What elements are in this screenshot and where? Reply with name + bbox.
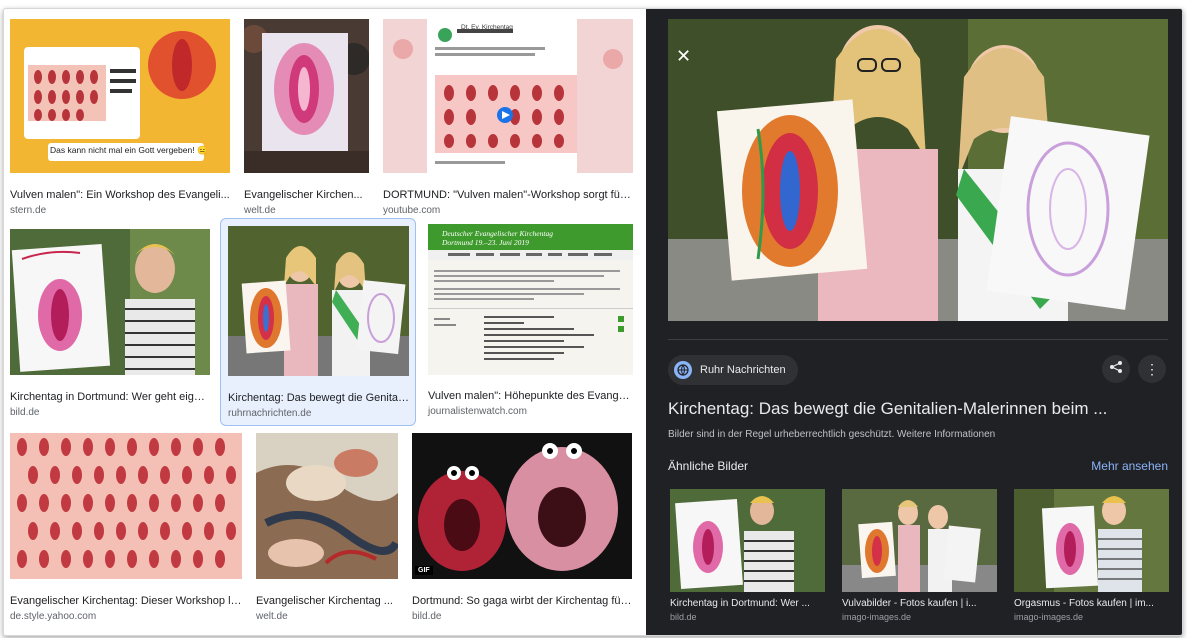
similar-source: imago-images.de bbox=[1014, 612, 1084, 622]
close-icon[interactable]: ✕ bbox=[676, 47, 691, 65]
similar-title[interactable]: Kirchentag in Dortmund: Wer ... bbox=[670, 598, 825, 609]
similar-image-card[interactable]: Kirchentag in Dortmund: Wer ... bild.de bbox=[670, 489, 825, 622]
results-grid: Das kann nicht mal ein Gott vergeben! 😑 … bbox=[4, 9, 644, 635]
result-thumbnail[interactable]: Deutscher Evangelischer Kirchentag Dortm… bbox=[428, 224, 633, 375]
result-tile[interactable]: Deutscher Evangelischer Kirchentag Dortm… bbox=[428, 224, 633, 420]
thumbnail-caption-text: Dt. Ev. Kirchentag bbox=[461, 24, 513, 31]
image-search-window: Das kann nicht mal ein Gott vergeben! 😑 … bbox=[3, 8, 1183, 636]
copyright-notice: Bilder sind in der Regel urheberrechtlic… bbox=[668, 429, 995, 440]
result-source: bild.de bbox=[412, 611, 442, 622]
source-name: Ruhr Nachrichten bbox=[700, 364, 786, 376]
result-title[interactable]: Dortmund: So gaga wirbt der Kirchentag f… bbox=[412, 595, 632, 607]
result-title[interactable]: Kirchentag: Das bewegt die Genitali... bbox=[228, 392, 409, 404]
gif-badge: GIF bbox=[415, 566, 433, 575]
source-chip[interactable]: Ruhr Nachrichten bbox=[668, 355, 798, 385]
see-more-link[interactable]: Mehr ansehen bbox=[1091, 459, 1168, 473]
similar-title[interactable]: Vulvabilder - Fotos kaufen | i... bbox=[842, 598, 997, 609]
preview-title[interactable]: Kirchentag: Das bewegt die Genitalien-Ma… bbox=[668, 399, 1168, 419]
result-tile[interactable]: Evangelischer Kirchentag ... welt.de bbox=[256, 433, 398, 625]
similar-source: imago-images.de bbox=[842, 612, 912, 622]
share-button[interactable] bbox=[1102, 355, 1130, 383]
result-thumbnail[interactable]: Dt. Ev. Kirchentag bbox=[383, 19, 633, 173]
result-title[interactable]: Evangelischer Kirchentag: Dieser Worksho… bbox=[10, 595, 242, 607]
result-thumbnail[interactable] bbox=[256, 433, 398, 579]
similar-image-card[interactable]: Vulvabilder - Fotos kaufen | i... imago-… bbox=[842, 489, 997, 622]
result-thumbnail[interactable]: GIF bbox=[412, 433, 632, 579]
copyright-text: Bilder sind in der Regel urheberrechtlic… bbox=[668, 429, 895, 440]
share-icon bbox=[1109, 360, 1123, 379]
result-source: ruhrnachrichten.de bbox=[228, 408, 312, 419]
result-tile-selected[interactable]: Kirchentag: Das bewegt die Genitali... r… bbox=[220, 218, 416, 426]
more-vert-icon: ⋮ bbox=[1145, 361, 1159, 377]
result-thumbnail[interactable] bbox=[10, 229, 210, 375]
result-source: de.style.yahoo.com bbox=[10, 611, 97, 622]
result-source: welt.de bbox=[256, 611, 288, 622]
result-thumbnail[interactable] bbox=[228, 226, 409, 376]
more-options-button[interactable]: ⋮ bbox=[1138, 355, 1166, 383]
thumbnail-header-text: Deutscher Evangelischer Kirchentag Dortm… bbox=[442, 229, 553, 247]
result-source: journalistenwatch.com bbox=[428, 406, 527, 417]
result-tile[interactable]: Dt. Ev. Kirchentag DORTMUND: "Vulven mal… bbox=[383, 19, 633, 216]
similar-thumbnail[interactable] bbox=[842, 489, 997, 592]
result-tile[interactable]: Das kann nicht mal ein Gott vergeben! 😑 … bbox=[10, 19, 230, 216]
similar-images-heading: Ähnliche Bilder bbox=[668, 459, 749, 473]
globe-icon bbox=[674, 361, 692, 379]
image-preview-panel: ✕ Ruhr Nachrichten ⋮ Kirchentag: Das bew… bbox=[646, 9, 1182, 635]
result-tile[interactable]: Evangelischer Kirchentag: Dieser Worksho… bbox=[10, 433, 242, 625]
result-tile[interactable]: Kirchentag in Dortmund: Wer geht eigen..… bbox=[10, 229, 210, 421]
similar-title[interactable]: Orgasmus - Fotos kaufen | im... bbox=[1014, 598, 1169, 609]
result-title[interactable]: Evangelischer Kirchen... bbox=[244, 189, 369, 201]
result-title[interactable]: Kirchentag in Dortmund: Wer geht eigen..… bbox=[10, 391, 210, 403]
result-source: stern.de bbox=[10, 205, 47, 216]
preview-image[interactable] bbox=[668, 19, 1168, 321]
result-thumbnail[interactable] bbox=[10, 433, 242, 579]
result-tile[interactable]: Evangelischer Kirchen... welt.de bbox=[244, 19, 369, 216]
similar-thumbnail[interactable] bbox=[1014, 489, 1169, 592]
result-source: bild.de bbox=[10, 407, 40, 418]
thumbnail-caption-text: Das kann nicht mal ein Gott vergeben! 😑 bbox=[50, 145, 208, 155]
result-tile[interactable]: GIF Dortmund: So gaga wirbt der Kirchent… bbox=[412, 433, 632, 625]
similar-thumbnail[interactable] bbox=[670, 489, 825, 592]
similar-image-card[interactable]: Orgasmus - Fotos kaufen | im... imago-im… bbox=[1014, 489, 1169, 622]
result-source: youtube.com bbox=[383, 205, 441, 216]
result-title[interactable]: Evangelischer Kirchentag ... bbox=[256, 595, 398, 607]
result-title[interactable]: Vulven malen": Ein Workshop des Evangeli… bbox=[10, 189, 230, 201]
result-title[interactable]: Vulven malen": Höhepunkte des Evangeli..… bbox=[428, 390, 633, 402]
result-thumbnail[interactable]: Das kann nicht mal ein Gott vergeben! 😑 bbox=[10, 19, 230, 173]
similar-source: bild.de bbox=[670, 612, 697, 622]
more-info-link[interactable]: Weitere Informationen bbox=[897, 429, 995, 440]
result-thumbnail[interactable] bbox=[244, 19, 369, 173]
result-title[interactable]: DORTMUND: "Vulven malen"-Workshop sorgt … bbox=[383, 189, 633, 201]
result-source: welt.de bbox=[244, 205, 276, 216]
divider bbox=[668, 339, 1168, 340]
